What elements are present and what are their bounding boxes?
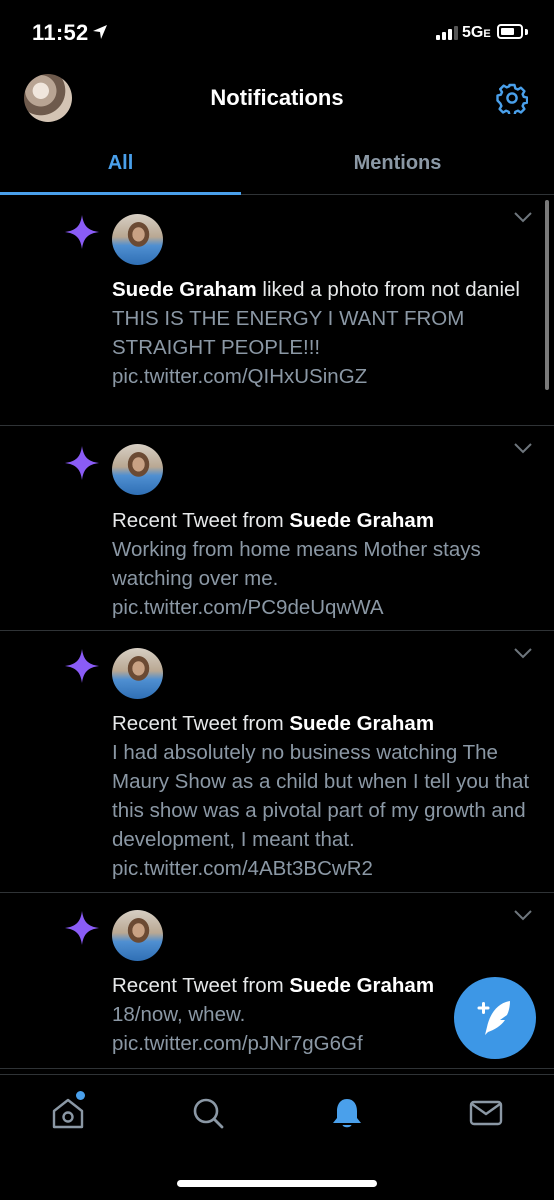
page-title: Notifications bbox=[210, 85, 344, 110]
notification-headline: Recent Tweet from Suede Graham bbox=[112, 509, 435, 532]
sparkle-icon bbox=[65, 215, 99, 249]
notification-content: Recent Tweet from Suede Graham I had abs… bbox=[112, 709, 542, 883]
bell-icon[interactable] bbox=[329, 1095, 365, 1131]
chevron-down-icon[interactable] bbox=[513, 441, 533, 455]
battery-icon bbox=[497, 24, 523, 39]
search-icon[interactable] bbox=[190, 1095, 226, 1131]
top-app-bar: Notifications bbox=[0, 68, 554, 132]
chevron-down-icon[interactable] bbox=[513, 908, 533, 922]
tweet-text: I had absolutely no business watching Th… bbox=[112, 741, 530, 880]
battery-tip bbox=[525, 29, 528, 35]
notification-tabs: All Mentions bbox=[0, 136, 554, 195]
tweet-text: Working from home means Mother stays wat… bbox=[112, 538, 481, 619]
notifications-screen: 11:52 5GE Notifications All Mentions Sue… bbox=[0, 0, 554, 1200]
notification-content: Recent Tweet from Suede Graham Working f… bbox=[112, 506, 542, 622]
notification-content: Suede Graham liked a photo from not dani… bbox=[112, 275, 542, 391]
gear-icon[interactable] bbox=[496, 82, 528, 114]
tab-all[interactable]: All bbox=[0, 136, 241, 195]
mail-icon[interactable] bbox=[468, 1095, 504, 1131]
tab-mentions[interactable]: Mentions bbox=[277, 136, 518, 194]
scrollbar[interactable] bbox=[545, 200, 549, 390]
signal-strength-icon bbox=[436, 26, 458, 40]
compose-tweet-icon bbox=[477, 1001, 510, 1035]
notification-item[interactable]: Recent Tweet from Suede Graham I had abs… bbox=[0, 631, 554, 893]
notification-item[interactable]: Recent Tweet from Suede Graham Working f… bbox=[0, 426, 554, 631]
notification-headline: Recent Tweet from Suede Graham bbox=[112, 712, 435, 735]
avatar[interactable] bbox=[112, 214, 163, 265]
network-label: 5GE bbox=[462, 24, 491, 41]
status-time: 11:52 bbox=[32, 20, 89, 45]
sparkle-icon bbox=[65, 446, 99, 480]
avatar[interactable] bbox=[112, 444, 163, 495]
notification-item[interactable]: Suede Graham liked a photo from not dani… bbox=[0, 195, 554, 426]
status-bar: 11:52 5GE bbox=[0, 0, 554, 68]
unread-dot bbox=[76, 1091, 85, 1100]
tweet-text: 18/now, whew. pic.twitter.com/pJNr7gG6Gf bbox=[112, 1003, 363, 1055]
sparkle-icon bbox=[65, 649, 99, 683]
sparkle-icon bbox=[65, 911, 99, 945]
avatar[interactable] bbox=[112, 648, 163, 699]
compose-tweet-button[interactable] bbox=[454, 977, 536, 1059]
home-indicator[interactable] bbox=[177, 1180, 377, 1187]
avatar[interactable] bbox=[112, 910, 163, 961]
chevron-down-icon[interactable] bbox=[513, 210, 533, 224]
chevron-down-icon[interactable] bbox=[513, 646, 533, 660]
notification-headline: Suede Graham liked a photo from not dani… bbox=[112, 278, 520, 301]
tweet-text: THIS IS THE ENERGY I WANT FROM STRAIGHT … bbox=[112, 307, 465, 388]
location-arrow-icon bbox=[93, 25, 107, 39]
home-icon[interactable] bbox=[50, 1095, 86, 1131]
